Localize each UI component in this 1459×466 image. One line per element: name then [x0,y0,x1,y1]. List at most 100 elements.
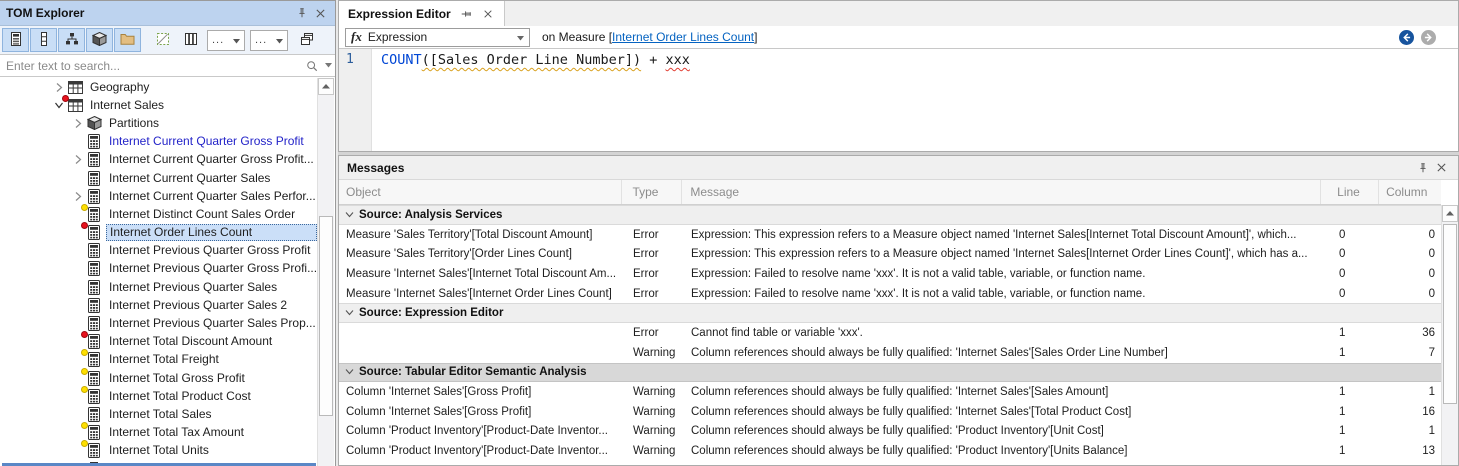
close-icon[interactable] [1432,159,1450,177]
show-measures-button[interactable] [2,28,29,52]
tree-item[interactable]: Internet Previous Quarter Gross Profit [1,242,317,260]
tree-item[interactable]: Internet Total Product Cost [1,387,317,405]
close-icon[interactable] [311,4,329,22]
tree-item[interactable]: Internet Current Quarter Gross Profit... [1,151,317,169]
tree-item[interactable]: Internet Total Discount Amount [1,333,317,351]
show-hierarchies-button[interactable] [58,28,85,52]
cube-icon [92,32,107,49]
tab-expression-editor[interactable]: Expression Editor [339,1,505,26]
tree-item[interactable]: Internet Total Sales [1,405,317,423]
chevron-right-icon[interactable] [70,154,86,165]
column-icon [37,32,51,49]
calculator-icon [9,32,23,49]
code-token-warning-underline: ([Sales Order Line Number]) [422,52,641,68]
message-row[interactable]: Column 'Internet Sales'[Gross Profit]War… [339,402,1441,422]
tree-item-label: Internet Current Quarter Gross Profit [106,134,307,149]
tree-item[interactable]: Internet Total Gross Profit [1,369,317,387]
message-row[interactable]: Measure 'Internet Sales'[Internet Order … [339,284,1441,304]
tree-item[interactable]: Internet Total Tax Amount [1,424,317,442]
message-group-row[interactable]: Source: Expression Editor [339,303,1441,323]
chevron-down-icon[interactable] [345,209,354,221]
measure-icon [86,443,102,458]
message-column-cell: 0 [1381,229,1441,241]
message-row[interactable]: Measure 'Internet Sales'[Internet Total … [339,264,1441,284]
display-columns-button[interactable] [177,28,204,52]
tab-title: Expression Editor [348,7,451,21]
tree-item[interactable]: Internet Current Quarter Sales [1,169,317,187]
tree-scrollbar[interactable] [317,78,334,466]
expand-collapse-button[interactable] [293,28,320,52]
warning-badge [81,204,88,211]
tree-item-label: Internet Current Quarter Sales Perfor... [106,189,317,204]
message-row[interactable]: Measure 'Sales Territory'[Total Discount… [339,225,1441,245]
perspective-select[interactable]: ... [207,30,245,51]
message-group-row[interactable]: Source: Tabular Editor Semantic Analysis [339,363,1441,383]
chevron-down-icon[interactable] [345,366,354,378]
chevron-right-icon[interactable] [70,118,86,129]
translation-select[interactable]: ... [250,30,288,51]
column-header-column[interactable]: Column [1379,180,1441,204]
tree-item[interactable]: Internet Total Freight [1,351,317,369]
tree-item[interactable]: Internet Previous Quarter Sales [1,278,317,296]
pin-icon[interactable] [293,4,311,22]
measure-icon [86,134,102,149]
tree-item[interactable]: Internet Current Quarter Sales Perfor... [1,187,317,205]
pin-horizontal-icon[interactable] [459,5,473,23]
show-columns-button[interactable] [30,28,57,52]
code-line[interactable]: COUNT([Sales Order Line Number]) + xxx [381,52,1454,68]
context-object-link[interactable]: Internet Order Lines Count [612,30,754,44]
message-row[interactable]: Column 'Product Inventory'[Product-Date … [339,441,1441,461]
message-row[interactable]: ErrorCannot find table or variable 'xxx'… [339,323,1441,343]
messages-scrollbar[interactable] [1441,205,1458,465]
close-icon[interactable] [481,5,495,23]
chevron-down-icon[interactable] [51,101,67,110]
expression-property-select[interactable]: fx Expression [345,28,530,47]
show-folders-button[interactable] [114,28,141,52]
scroll-up-icon[interactable] [318,78,334,95]
tree-item[interactable]: Internet Previous Quarter Sales Prop... [1,314,317,332]
tabular-editor-window: TOM Explorer [0,0,1459,466]
chevron-right-icon[interactable] [70,191,86,202]
pin-icon[interactable] [1414,159,1432,177]
tree-item[interactable]: Internet Distinct Count Sales Order [1,205,317,223]
message-object-cell: Column 'Internet Sales'[Gross Profit] [339,406,623,418]
column-header-line[interactable]: Line [1321,180,1379,204]
tree-scrollbar-thumb[interactable] [319,216,333,416]
message-group-row[interactable]: Source: Analysis Services [339,205,1441,225]
message-row[interactable]: Column 'Product Inventory'[Product-Date … [339,461,1441,465]
navigate-back-button[interactable] [1399,30,1414,45]
chevron-right-icon[interactable] [51,82,67,93]
search-input[interactable] [0,55,303,76]
scroll-up-icon[interactable] [1442,205,1458,222]
tree-item[interactable]: Internet Sales [1,96,317,114]
tree-item[interactable]: Internet Order Lines Count [1,224,317,242]
measure-icon [86,152,102,167]
message-row[interactable]: WarningColumn references should always b… [339,343,1441,363]
context-label: on Measure [Internet Order Lines Count] [542,30,757,44]
tree-item[interactable]: Internet Previous Quarter Sales 2 [1,296,317,314]
column-header-type[interactable]: Type [622,180,682,204]
dax-code-editor[interactable]: 1 COUNT([Sales Order Line Number]) + xxx [339,48,1458,151]
tree-item[interactable]: Internet Current Quarter Gross Profit [1,133,317,151]
message-column-cell: 0 [1381,248,1441,260]
message-row[interactable]: Column 'Internet Sales'[Gross Profit]War… [339,382,1441,402]
column-header-object[interactable]: Object [339,180,622,204]
perspective-button[interactable] [149,28,176,52]
tree-item[interactable]: Internet Total Units [1,442,317,460]
show-partitions-button[interactable] [86,28,113,52]
search-options-chevron-icon[interactable] [321,57,335,75]
tree-item[interactable]: Geography [1,78,317,96]
messages-scrollbar-thumb[interactable] [1443,224,1457,404]
tree-item[interactable]: Internet Previous Quarter Gross Profi... [1,260,317,278]
cube-icon [86,116,102,131]
translation-select-value: ... [255,36,267,44]
message-row[interactable]: Measure 'Sales Territory'[Order Lines Co… [339,244,1441,264]
chevron-down-icon [233,33,240,47]
navigate-forward-button[interactable] [1421,30,1436,45]
messages-titlebar: Messages [339,156,1458,180]
chevron-down-icon[interactable] [345,307,354,319]
warning-badge [81,440,88,447]
message-row[interactable]: Column 'Product Inventory'[Product-Date … [339,422,1441,442]
tree-item[interactable]: Partitions [1,114,317,132]
column-header-message[interactable]: Message [682,180,1321,204]
